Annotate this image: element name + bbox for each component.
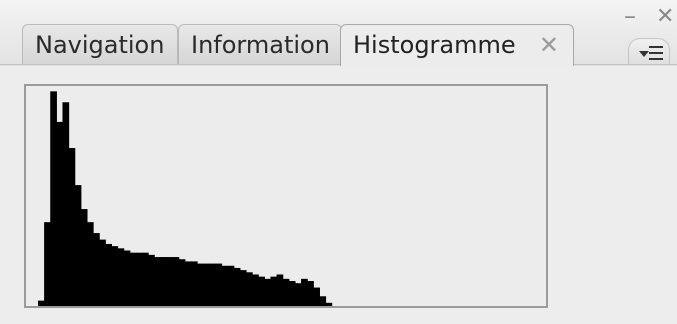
histogram-bar xyxy=(172,257,180,306)
tab-label-navigation: Navigation xyxy=(35,31,165,59)
tab-label-histogramme: Histogramme xyxy=(353,31,516,59)
panel-menu-button[interactable] xyxy=(628,38,670,65)
tab-navigation[interactable]: Navigation xyxy=(22,24,178,64)
histogram-bar xyxy=(313,287,320,306)
minimize-icon[interactable]: – xyxy=(624,4,636,28)
histogram-bar xyxy=(197,263,204,306)
histogram-bar xyxy=(215,263,223,306)
histogram-bar xyxy=(142,252,149,306)
histogram-bar xyxy=(227,265,235,306)
histogram-bar xyxy=(135,252,143,306)
histogram-bar xyxy=(93,233,100,306)
histogram-bar xyxy=(233,267,241,306)
histogram-bar xyxy=(288,281,296,306)
histogram-bar xyxy=(44,222,51,306)
histogram-bar xyxy=(258,276,265,306)
histogram-chart xyxy=(38,91,333,306)
tab-label-information: Information xyxy=(191,31,330,59)
histogram-bar xyxy=(148,254,155,306)
histogram-bar xyxy=(74,185,82,306)
histogram-bar xyxy=(307,281,314,306)
histogram-bar xyxy=(86,222,94,306)
histogram-bar xyxy=(68,148,76,306)
histogram-bar xyxy=(99,239,106,306)
histogram-bar xyxy=(178,259,186,306)
histogram-bar xyxy=(62,102,70,306)
tab-information[interactable]: Information xyxy=(178,24,342,64)
tab-bar: Navigation Information Histogramme ✕ – ✕ xyxy=(0,0,677,66)
histogram-bar xyxy=(325,302,333,306)
histogram-bar xyxy=(160,257,168,306)
histogram-display xyxy=(24,84,548,308)
histogram-bar xyxy=(276,274,284,306)
histogram-bar xyxy=(209,263,216,306)
histogram-bar xyxy=(184,261,192,306)
tab-histogramme[interactable]: Histogramme ✕ xyxy=(340,24,574,66)
histogram-bar xyxy=(56,121,64,306)
tab-divider xyxy=(0,64,677,65)
histogram-bar xyxy=(282,278,290,306)
histogram-panel: Navigation Information Histogramme ✕ – ✕ xyxy=(0,0,677,324)
histogram-bar xyxy=(221,265,229,306)
histogram-bar xyxy=(203,263,210,306)
histogram-bar xyxy=(117,248,125,306)
histogram-bar xyxy=(264,278,272,306)
histogram-bar xyxy=(239,270,247,306)
histogram-bar xyxy=(154,257,161,306)
histogram-bar xyxy=(246,272,253,306)
histogram-bar xyxy=(50,91,57,306)
histogram-bar xyxy=(270,276,278,306)
histogram-bar xyxy=(129,252,137,306)
histogram-bar xyxy=(80,209,88,306)
close-icon[interactable]: ✕ xyxy=(539,25,559,65)
histogram-bar xyxy=(38,300,45,306)
histogram-bar xyxy=(105,243,112,306)
histogram-bar xyxy=(294,283,302,306)
dropdown-arrow-icon xyxy=(639,51,649,57)
window-close-icon[interactable]: ✕ xyxy=(656,6,674,28)
histogram-bar xyxy=(252,274,259,306)
histogram-bar xyxy=(166,257,174,306)
histogram-bar xyxy=(190,261,198,306)
histogram-bar xyxy=(111,246,119,306)
panel-menu-icon xyxy=(649,46,663,64)
histogram-bar xyxy=(123,250,131,306)
histogram-bar xyxy=(301,278,308,306)
histogram-bar xyxy=(319,296,327,306)
